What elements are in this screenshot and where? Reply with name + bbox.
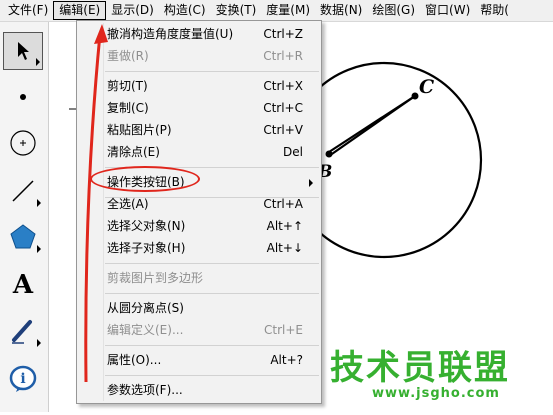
polygon-tool-icon	[10, 224, 36, 249]
menu-item-properties[interactable]: 属性(O)... Alt+?	[77, 349, 321, 371]
tool-flyout-indicator	[37, 339, 41, 347]
menu-item-split-point[interactable]: 从圆分离点(S)	[77, 297, 321, 319]
info-tool[interactable]: i	[3, 360, 43, 398]
menu-item-shortcut: Ctrl+C	[263, 101, 303, 115]
watermark-title: 技术员联盟	[330, 348, 510, 388]
arrow-select-icon	[18, 42, 29, 60]
menu-data[interactable]: 数据(N)	[315, 1, 367, 20]
compass-tool[interactable]	[3, 124, 43, 162]
highlight-ellipse	[90, 166, 200, 192]
menu-item-label: 从圆分离点(S)	[107, 301, 184, 315]
menu-graph[interactable]: 绘图(G)	[367, 1, 420, 20]
menu-item-label: 重做(R)	[107, 49, 149, 63]
menu-bar: 文件(F) 编辑(E) 显示(D) 构造(C) 变换(T) 度量(M) 数据(N…	[0, 0, 553, 22]
menu-item-cut[interactable]: 剪切(T) Ctrl+X	[77, 75, 321, 97]
svg-text:i: i	[20, 371, 25, 387]
menu-item-label: 粘贴图片(P)	[107, 123, 172, 137]
menu-help[interactable]: 帮助(	[475, 1, 514, 20]
menu-transform[interactable]: 变换(T)	[211, 1, 262, 20]
menu-item-shortcut: Alt+↑	[266, 219, 303, 233]
menu-separator	[105, 263, 319, 264]
menu-item-label: 撤消构造角度度量值(U)	[107, 27, 234, 41]
menu-item-shortcut: Del	[283, 145, 303, 159]
info-tool-icon: i	[9, 365, 37, 392]
menu-display[interactable]: 显示(D)	[106, 1, 159, 20]
menu-file[interactable]: 文件(F)	[0, 1, 53, 20]
edit-menu-dropdown: 撤消构造角度度量值(U) Ctrl+Z 重做(R) Ctrl+R 剪切(T) C…	[76, 20, 322, 404]
menu-item-select-all[interactable]: 全选(A) Ctrl+A	[77, 193, 321, 215]
point-tool[interactable]	[3, 78, 43, 116]
menu-construct[interactable]: 构造(C)	[159, 1, 211, 20]
submenu-arrow-icon	[309, 179, 313, 187]
text-tool[interactable]: A	[3, 266, 43, 304]
point-label-c: C	[419, 76, 435, 98]
menu-item-crop-picture[interactable]: 剪裁图片到多边形	[77, 267, 321, 289]
menu-item-shortcut: Ctrl+V	[263, 123, 303, 137]
menu-item-select-children[interactable]: 选择子对象(H) Alt+↓	[77, 237, 321, 259]
watermark-url: www.jsgho.com	[372, 386, 500, 401]
tool-flyout-indicator	[36, 58, 40, 66]
arrow-select-tool[interactable]	[3, 32, 43, 70]
tool-flyout-indicator	[37, 245, 41, 253]
tool-flyout-indicator	[37, 199, 41, 207]
text-tool-icon: A	[12, 270, 34, 300]
menu-item-label: 清除点(E)	[107, 145, 160, 159]
menu-item-edit-definition[interactable]: 编辑定义(E)... Ctrl+E	[77, 319, 321, 341]
menu-item-label: 剪裁图片到多边形	[107, 271, 204, 285]
menu-item-preferences[interactable]: 参数选项(F)...	[77, 379, 321, 401]
menu-item-shortcut: Ctrl+E	[264, 323, 303, 337]
menu-item-label: 编辑定义(E)...	[107, 323, 184, 337]
point-tool-icon	[20, 94, 26, 100]
menu-item-label: 选择父对象(N)	[107, 219, 186, 233]
menu-item-shortcut: Ctrl+Z	[263, 27, 303, 41]
menu-item-copy[interactable]: 复制(C) Ctrl+C	[77, 97, 321, 119]
point-b	[325, 150, 333, 158]
tool-palette: A i	[0, 22, 49, 412]
menu-edit[interactable]: 编辑(E)	[53, 1, 107, 20]
point-c	[411, 92, 419, 100]
menu-item-paste-picture[interactable]: 粘贴图片(P) Ctrl+V	[77, 119, 321, 141]
segment-cb	[328, 95, 416, 157]
menu-separator	[105, 293, 319, 294]
menu-separator	[105, 375, 319, 376]
line-tool[interactable]	[3, 172, 43, 210]
menu-item-label: 参数选项(F)...	[107, 383, 183, 397]
menu-measure[interactable]: 度量(M)	[261, 1, 315, 20]
menu-item-select-parents[interactable]: 选择父对象(N) Alt+↑	[77, 215, 321, 237]
marker-tool-icon	[12, 320, 32, 344]
menu-separator	[105, 345, 319, 346]
menu-window[interactable]: 窗口(W)	[420, 1, 475, 20]
menu-item-label: 全选(A)	[107, 197, 149, 211]
menu-item-shortcut: Alt+↓	[266, 241, 303, 255]
menu-item-shortcut: Ctrl+X	[263, 79, 303, 93]
marker-tool[interactable]	[3, 312, 43, 350]
menu-item-shortcut: Ctrl+A	[263, 197, 303, 211]
menu-item-label: 属性(O)...	[107, 353, 162, 367]
menu-item-shortcut: Ctrl+R	[263, 49, 303, 63]
menu-item-redo[interactable]: 重做(R) Ctrl+R	[77, 45, 321, 67]
polygon-tool[interactable]	[3, 218, 43, 256]
menu-item-label: 选择子对象(H)	[107, 241, 186, 255]
menu-item-undo[interactable]: 撤消构造角度度量值(U) Ctrl+Z	[77, 23, 321, 45]
menu-item-shortcut: Alt+?	[270, 353, 303, 367]
menu-item-label: 剪切(T)	[107, 79, 148, 93]
line-tool-icon	[12, 180, 34, 202]
menu-item-label: 复制(C)	[107, 101, 149, 115]
menu-separator	[105, 71, 319, 72]
compass-tool-icon	[10, 130, 36, 156]
menu-item-clear-point[interactable]: 清除点(E) Del	[77, 141, 321, 163]
